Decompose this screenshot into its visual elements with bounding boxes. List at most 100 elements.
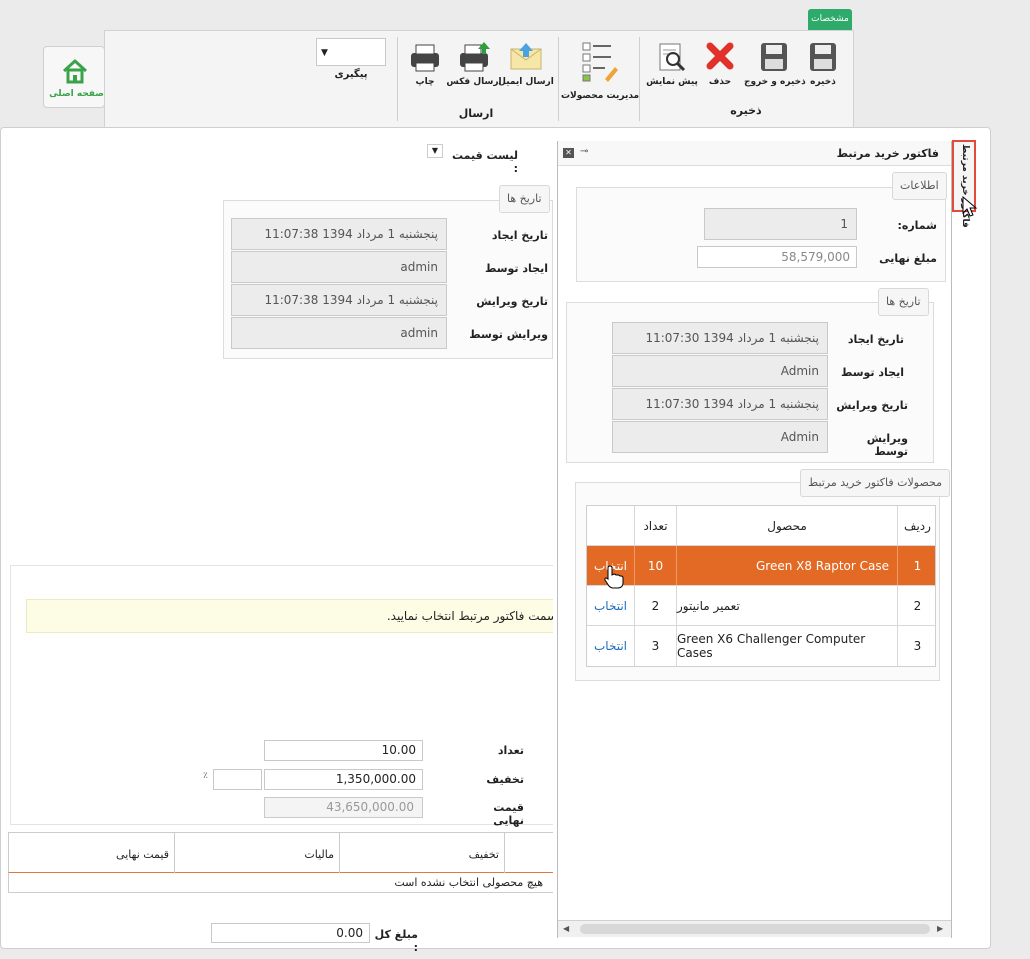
email-icon xyxy=(510,43,542,70)
scroll-right-arrow[interactable]: ▶ xyxy=(937,924,943,933)
right-created-date-field[interactable]: پنجشنبه 1 مرداد 1394 11:07:30 xyxy=(612,322,828,354)
row-qty: 3 xyxy=(634,626,676,666)
print-button[interactable]: چاپ xyxy=(405,31,445,101)
close-icon[interactable]: ✕ xyxy=(563,148,574,158)
discount-input[interactable]: 1,350,000.00 xyxy=(264,769,423,790)
send-fax-button[interactable]: ارسال فکس xyxy=(446,31,502,101)
table-header-qty[interactable]: تعداد xyxy=(634,506,676,545)
select-link[interactable]: انتخاب xyxy=(587,586,634,625)
percent-symbol: ٪ xyxy=(203,771,208,781)
ribbon-toolbar: ذخیره ذخیره و خروج حذف پیش نمایش ذخیره م… xyxy=(104,30,854,131)
quantity-label: تعداد xyxy=(497,744,524,757)
grid-header-final-price[interactable]: قیمت نهایی xyxy=(19,848,169,861)
panel-header: فاکتور خرید مرتبط ✕ ⊸ xyxy=(558,141,951,166)
row-product: Green X8 Raptor Case xyxy=(676,546,897,585)
row-qty: 2 xyxy=(634,586,676,625)
left-created-date-field[interactable]: پنجشنبه 1 مرداد 1394 11:07:38 xyxy=(231,218,447,250)
select-link[interactable]: انتخاب xyxy=(587,626,634,666)
left-edited-by-field[interactable]: admin xyxy=(231,317,447,349)
right-edited-date-label: تاریخ ویرایش xyxy=(836,399,908,412)
horizontal-scrollbar[interactable]: ◀ ▶ xyxy=(558,920,951,937)
home-button[interactable]: صفحه اصلی xyxy=(43,46,105,108)
row-number: 1 xyxy=(897,546,937,585)
table-header-row-number[interactable]: ردیف xyxy=(897,506,937,545)
checklist-icon xyxy=(582,42,618,82)
scroll-thumb[interactable] xyxy=(580,924,930,934)
magnifier-document-icon xyxy=(659,43,686,72)
left-edited-by-label: ویرایش توسط xyxy=(469,328,548,341)
table-row[interactable]: انتخاب 3 Green X6 Challenger Computer Ca… xyxy=(587,626,935,666)
manage-products-button[interactable]: مدیریت محصولات xyxy=(561,31,639,101)
right-created-date-label: تاریخ ایجاد xyxy=(847,333,904,346)
row-product: Green X6 Challenger Computer Cases xyxy=(676,626,897,666)
ribbon-tab-details[interactable]: مشخصات xyxy=(808,9,852,30)
table-row[interactable]: انتخاب 2 تعمیر مانیتور 2 xyxy=(587,586,935,626)
save-group-label: ذخیره xyxy=(730,104,762,117)
right-edited-by-field[interactable]: Admin xyxy=(612,421,828,453)
grid-header-discount[interactable]: تخفیف xyxy=(349,848,499,861)
left-created-by-field[interactable]: admin xyxy=(231,251,447,283)
right-edited-date-field[interactable]: پنجشنبه 1 مرداد 1394 11:07:30 xyxy=(612,388,828,420)
ribbon-separator xyxy=(397,37,398,121)
related-products-table: تعداد محصول ردیف انتخاب 10 Green X8 Rapt… xyxy=(586,505,936,667)
total-amount-field[interactable]: 0.00 xyxy=(211,923,370,943)
row-qty: 10 xyxy=(634,546,676,585)
grid-empty-message: هیچ محصولی انتخاب نشده است xyxy=(394,876,543,889)
final-amount-label: مبلغ نهایی xyxy=(879,252,937,265)
invoice-number-label: شماره: xyxy=(897,219,937,232)
final-amount-field[interactable]: 58,579,000 xyxy=(697,246,857,268)
discount-percent-input[interactable] xyxy=(213,769,262,790)
discount-label: تخفیف xyxy=(486,773,524,786)
followup-label: پیگیری xyxy=(334,69,368,80)
send-group-label: ارسال xyxy=(458,107,494,120)
notice-box: سمت فاکتور مرتبط انتخاب نمایید. xyxy=(26,599,553,633)
floppy-icon xyxy=(761,43,787,71)
table-header-product[interactable]: محصول xyxy=(676,506,897,545)
right-created-by-label: ایجاد توسط xyxy=(840,366,904,379)
invoice-number-field[interactable]: 1 xyxy=(704,208,857,240)
floppy-icon xyxy=(810,43,836,71)
final-price-label: قیمت نهایی xyxy=(493,801,524,827)
left-edited-date-field[interactable]: پنجشنبه 1 مرداد 1394 11:07:38 xyxy=(231,284,447,316)
info-legend: اطلاعات xyxy=(892,172,947,200)
products-grid-body: هیچ محصولی انتخاب نشده است xyxy=(8,873,553,893)
table-header-action xyxy=(587,506,634,545)
final-price-field[interactable]: 43,650,000.00 xyxy=(264,797,423,818)
grid-header-tax[interactable]: مالیات xyxy=(184,848,334,861)
ribbon-separator xyxy=(558,37,559,121)
table-row[interactable]: انتخاب 10 Green X8 Raptor Case 1 xyxy=(587,546,935,586)
row-number: 2 xyxy=(897,586,937,625)
right-edited-by-label: ویرایش توسط xyxy=(866,432,908,458)
printer-icon xyxy=(411,44,439,72)
hand-cursor-icon xyxy=(604,565,624,589)
mouse-pointer-icon xyxy=(962,196,978,217)
row-product: تعمیر مانیتور xyxy=(676,586,897,625)
scroll-left-arrow[interactable]: ◀ xyxy=(563,924,569,933)
dropdown-arrow-icon: ▼ xyxy=(321,48,328,58)
right-created-by-field[interactable]: Admin xyxy=(612,355,828,387)
price-list-label: لیست قیمت : xyxy=(452,149,518,175)
row-number: 3 xyxy=(897,626,937,666)
quantity-input[interactable]: 10.00 xyxy=(264,740,423,761)
products-grid-header: تخفیف مالیات قیمت نهایی xyxy=(8,832,553,873)
save-and-exit-button[interactable]: ذخیره و خروج xyxy=(744,31,806,101)
home-icon xyxy=(62,59,88,84)
notice-text: سمت فاکتور مرتبط انتخاب نمایید. xyxy=(386,609,553,623)
send-email-button[interactable]: ارسال ایمیل xyxy=(498,31,554,101)
products-legend: محصولات فاکتور خرید مرتبط xyxy=(800,469,950,497)
right-dates-legend: تاریخ ها xyxy=(878,288,929,316)
pin-icon[interactable]: ⊸ xyxy=(580,146,588,157)
related-invoice-panel: فاکتور خرید مرتبط ✕ ⊸ اطلاعات 1 شماره: 5… xyxy=(557,141,952,938)
save-button[interactable]: ذخیره xyxy=(802,31,844,101)
total-amount-label: مبلغ کل : xyxy=(374,928,418,954)
left-dates-legend: تاریخ ها xyxy=(499,185,550,213)
delete-x-icon xyxy=(706,42,734,70)
delete-button[interactable]: حذف xyxy=(702,31,738,101)
followup-select[interactable]: ▼ xyxy=(316,38,386,66)
left-edited-date-label: تاریخ ویرایش xyxy=(476,295,548,308)
preview-button[interactable]: پیش نمایش xyxy=(646,31,698,101)
home-label: صفحه اصلی xyxy=(49,89,104,99)
price-list-dropdown[interactable]: ▼ xyxy=(427,144,443,158)
left-created-by-label: ایجاد توسط xyxy=(484,262,548,275)
table-header-row: تعداد محصول ردیف xyxy=(587,506,935,546)
